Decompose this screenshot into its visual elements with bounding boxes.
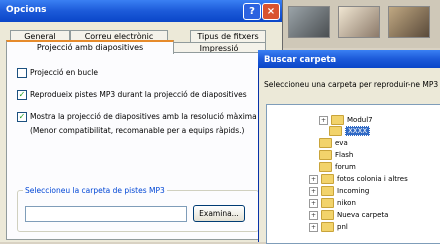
- tree-item-label: eva: [335, 139, 348, 147]
- folder-icon: [321, 222, 334, 232]
- tree-item-selected[interactable]: XXXX: [329, 126, 371, 137]
- photo-thumbnail: [388, 6, 430, 38]
- expand-icon[interactable]: +: [309, 210, 318, 220]
- folder-icon: [321, 210, 334, 220]
- tree-item-label: nikon: [337, 199, 356, 207]
- tab-slideshow[interactable]: Projecció amb diapositives: [6, 40, 174, 54]
- help-icon: ?: [249, 6, 255, 17]
- desktop-background: [282, 0, 440, 48]
- tree-item[interactable]: + nikon: [309, 198, 356, 209]
- checkmark-icon: ✓: [18, 112, 26, 121]
- tree-item-label: fotos colonia i altres: [337, 175, 408, 183]
- mp3-label: Reprodueix pistes MP3 durant la projecci…: [30, 90, 247, 99]
- photo-thumbnail: [338, 6, 380, 38]
- dialog-message: Seleccioneu una carpeta per reproduir-ne…: [264, 80, 439, 89]
- close-icon: ×: [266, 6, 276, 17]
- tree-item-label: Modul7: [347, 116, 373, 124]
- tree-item-label: forum: [335, 163, 356, 171]
- tree-item[interactable]: + Incoming: [309, 186, 369, 197]
- tree-item[interactable]: + Nueva carpeta: [309, 210, 388, 221]
- folder-icon: [319, 162, 332, 172]
- folder-icon: [321, 174, 334, 184]
- tree-item[interactable]: + Modul7: [319, 115, 373, 126]
- compatibility-note: (Menor compatibilitat, recomanable per a…: [30, 126, 245, 135]
- folder-icon: [331, 115, 344, 125]
- expand-icon[interactable]: +: [309, 174, 318, 184]
- folder-icon: [329, 126, 342, 136]
- mp3-checkbox[interactable]: ✓: [17, 90, 27, 100]
- folder-icon: [321, 198, 334, 208]
- folder-icon: [321, 186, 334, 196]
- expand-icon[interactable]: +: [309, 198, 318, 208]
- tree-item-label: pnl: [337, 223, 348, 231]
- tree-item[interactable]: + pnl: [309, 222, 348, 233]
- loop-label: Projecció en bucle: [30, 68, 98, 77]
- dialog-title: Buscar carpeta: [264, 55, 337, 65]
- tree-item-label: Flash: [335, 151, 354, 159]
- expand-icon[interactable]: +: [309, 222, 318, 232]
- tree-item-label: Nueva carpeta: [337, 211, 389, 219]
- folder-icon: [319, 138, 332, 148]
- photo-thumbnail: [288, 6, 330, 38]
- help-button[interactable]: ?: [243, 3, 261, 20]
- group-title: Seleccioneu la carpeta de pistes MP3: [23, 186, 167, 195]
- max-resolution-checkbox[interactable]: ✓: [17, 112, 27, 122]
- close-button[interactable]: ×: [262, 3, 280, 20]
- tree-item-label: Incoming: [337, 187, 370, 195]
- folder-tree[interactable]: + Modul7 XXXX eva Flash forum + fotos colo…: [266, 104, 440, 244]
- folder-icon: [319, 150, 332, 160]
- tree-item[interactable]: + fotos colonia i altres: [309, 174, 408, 185]
- checkmark-icon: ✓: [18, 90, 26, 99]
- loop-checkbox[interactable]: [17, 68, 27, 78]
- tree-item-label: XXXX: [345, 126, 371, 136]
- max-resolution-label: Mostra la projecció de diapositives amb …: [30, 112, 257, 121]
- browse-button[interactable]: Examina...: [193, 205, 245, 222]
- window-title: Opcions: [6, 5, 47, 15]
- expand-icon[interactable]: +: [309, 186, 318, 196]
- tree-item[interactable]: Flash: [319, 150, 353, 161]
- tree-item[interactable]: forum: [319, 162, 356, 173]
- tree-item[interactable]: eva: [319, 138, 348, 149]
- mp3-folder-field[interactable]: [25, 206, 187, 222]
- tab-file-types[interactable]: Tipus de fitxers: [190, 30, 266, 42]
- expand-icon[interactable]: +: [319, 115, 328, 125]
